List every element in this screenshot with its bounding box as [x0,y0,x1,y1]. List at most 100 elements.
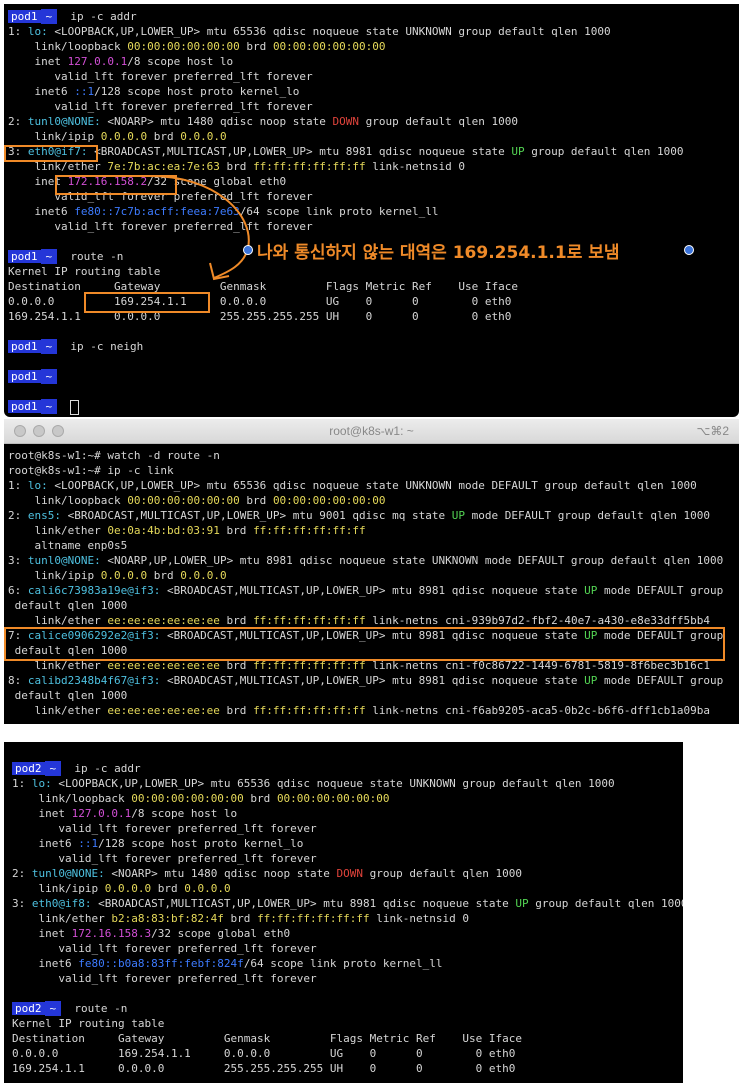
terminal-text: ip -c neigh [70,340,144,353]
terminal-text: link/loopback [8,494,128,507]
terminal-line: Destination Gateway Genmask Flags Metric… [4,1031,683,1046]
terminal-text: valid_lft forever preferred_lft forever [8,220,313,233]
terminal-text: link/ether [12,912,112,925]
terminal-text: 00:00:00:00:00:00 [127,494,240,507]
terminal-text: 0.0.0.0 169.254.1.1 0.0.0.0 UG 0 0 0 eth… [8,295,512,308]
terminal-text: 2: [8,509,28,522]
terminal-line: link/ether ee:ee:ee:ee:ee:ee brd ff:ff:f… [4,613,739,628]
terminal-text: link-netns cni-939b97d2-fbf2-40e7-a430-e… [365,614,711,627]
terminal-text: inet [8,175,68,188]
terminal-text: lo: [27,25,48,38]
terminal-text: ee:ee:ee:ee:ee:ee [107,659,220,672]
terminal-line: inet6 ::1/128 scope host proto kernel_lo [4,836,683,851]
terminal-line: inet 172.16.158.2/32 scope global eth0 [4,174,739,189]
terminal-text: link-netns cni-f0c86722-1449-6781-5819-8… [365,659,711,672]
terminal-text: /32 scope global eth0 [151,927,291,940]
terminal-text: valid_lft forever preferred_lft forever [8,190,313,203]
terminal-line: inet 127.0.0.1/8 scope host lo [4,54,739,69]
terminal-text: mode DEFAULT group [597,584,724,597]
terminal-line: 7: calice0906292e2@if3: <BROADCAST,MULTI… [4,628,739,643]
terminal-line: default qlen 1000 [4,643,739,658]
prompt-chevron-icon: ~ [40,9,58,24]
terminal-line: valid_lft forever preferred_lft forever [4,941,683,956]
terminal-text: calice0906292e2@if3: [27,629,161,642]
terminal-text: ee:ee:ee:ee:ee:ee [107,614,220,627]
terminal-line: inet6 fe80::b0a8:83ff:febf:824f/64 scope… [4,956,683,971]
terminal-text: eth0@if8: [31,897,92,910]
terminal-text: inet [12,927,72,940]
terminal-text: 7: [8,629,28,642]
terminal-line: pod1 ~ ip -c neigh [4,339,739,354]
terminal-text: 2: [12,867,32,880]
terminal-line: valid_lft forever preferred_lft forever [4,851,683,866]
terminal-text: calibd2348b4f67@if3: [27,674,161,687]
terminal-line: inet6 fe80::7c7b:acff:feea:7e63/64 scope… [4,204,739,219]
terminal-line: link/loopback 00:00:00:00:00:00 brd 00:0… [4,493,739,508]
cursor[interactable] [70,399,80,415]
terminal-text: link-netnsid 0 [365,160,465,173]
terminal-text: /8 scope host lo [127,55,234,68]
terminal-line: 169.254.1.1 0.0.0.0 255.255.255.255 UH 0… [4,309,739,324]
terminal-line: inet 172.16.158.3/32 scope global eth0 [4,926,683,941]
terminal-text: 00:00:00:00:00:00 [131,792,244,805]
window-titlebar[interactable]: root@k8s-w1: ~ ⌥⌘2 [4,419,739,444]
pod2-terminal[interactable]: pod2 ~ ip -c addr 1: lo: <LOOPBACK,UP,LOWE… [4,742,683,1083]
terminal-text: mode DEFAULT group [597,629,724,642]
terminal-text: link/ipip [8,130,101,143]
prompt-chevron-icon: ~ [40,399,58,414]
terminal-text: 8: [8,674,28,687]
terminal-text: mode DEFAULT group [597,674,724,687]
annotation-label: 나와 통신하지 않는 대역은 169.254.1.1로 보냄 [257,243,620,263]
terminal-text: DOWN [336,867,364,880]
terminal-line: link/ipip 0.0.0.0 brd 0.0.0.0 [4,881,683,896]
terminal-line: root@k8s-w1:~# watch -d route -n [4,448,739,463]
terminal-text: UP [515,897,529,910]
terminal-text: <LOOPBACK,UP,LOWER_UP> mtu 65536 qdisc n… [47,25,611,38]
terminal-text: inet [8,55,68,68]
terminal-text: <BROADCAST,MULTICAST,UP,LOWER_UP> mtu 90… [61,509,452,522]
terminal-text: 6: [8,584,28,597]
prompt-label: pod1 [8,250,41,263]
terminal-text: 1: [12,777,32,790]
terminal-text: Kernel IP routing table [12,1017,165,1030]
terminal-text: default qlen 1000 [8,689,128,702]
terminal-text: group default qlen 1000 [524,145,684,158]
terminal-text: UP [451,509,465,522]
terminal-text: ens5: [27,509,61,522]
terminal-text: inet [12,807,72,820]
terminal-text: <LOOPBACK,UP,LOWER_UP> mtu 65536 qdisc n… [47,479,697,492]
terminal-text: ff:ff:ff:ff:ff:ff [253,659,366,672]
terminal-text: valid_lft forever preferred_lft forever [12,822,317,835]
prompt-chevron-icon: ~ [40,339,58,354]
terminal-text: /64 scope link proto kernel_ll [239,205,439,218]
terminal-line: pod2 ~ route -n [4,1001,683,1016]
terminal-text: link-netnsid 0 [369,912,469,925]
terminal-text: group default qlen 1000 [528,897,683,910]
terminal-text: brd [219,160,254,173]
terminal-line: link/ether ee:ee:ee:ee:ee:ee brd ff:ff:f… [4,658,739,673]
terminal-text: brd [147,569,181,582]
terminal-text: /8 scope host lo [131,807,238,820]
terminal-text: <BROADCAST,MULTICAST,UP,LOWER_UP> mtu 89… [160,584,585,597]
prompt-chevron-icon: ~ [40,369,58,384]
terminal-line: inet 127.0.0.1/8 scope host lo [4,806,683,821]
terminal-text: <BROADCAST,MULTICAST,UP,LOWER_UP> mtu 89… [160,674,585,687]
terminal-text: brd [151,882,185,895]
worker-terminal[interactable]: root@k8s-w1:~# watch -d route -n root@k8s… [4,444,739,724]
terminal-text: UP [511,145,525,158]
terminal-text: route -n [74,1002,128,1015]
terminal-text: 0.0.0.0 [100,130,148,143]
terminal-text: <NOARP,UP,LOWER_UP> mtu 8981 qdisc noque… [100,554,724,567]
terminal-text: root@k8s-w1:~# watch -d route -n [8,449,220,462]
terminal-text: inet6 [8,85,75,98]
terminal-text: link/ipip [12,882,105,895]
pod1-terminal[interactable]: pod1 ~ ip -c addr 1: lo: <LOOPBACK,UP,LOWE… [4,4,739,417]
terminal-text: 00:00:00:00:00:00 [272,494,386,507]
terminal-text: lo: [31,777,52,790]
window-shortcut: ⌥⌘2 [696,424,729,438]
terminal-line: valid_lft forever preferred_lft forever [4,69,739,84]
terminal-text: link/ether [8,659,108,672]
terminal-text: link/ipip [8,569,101,582]
